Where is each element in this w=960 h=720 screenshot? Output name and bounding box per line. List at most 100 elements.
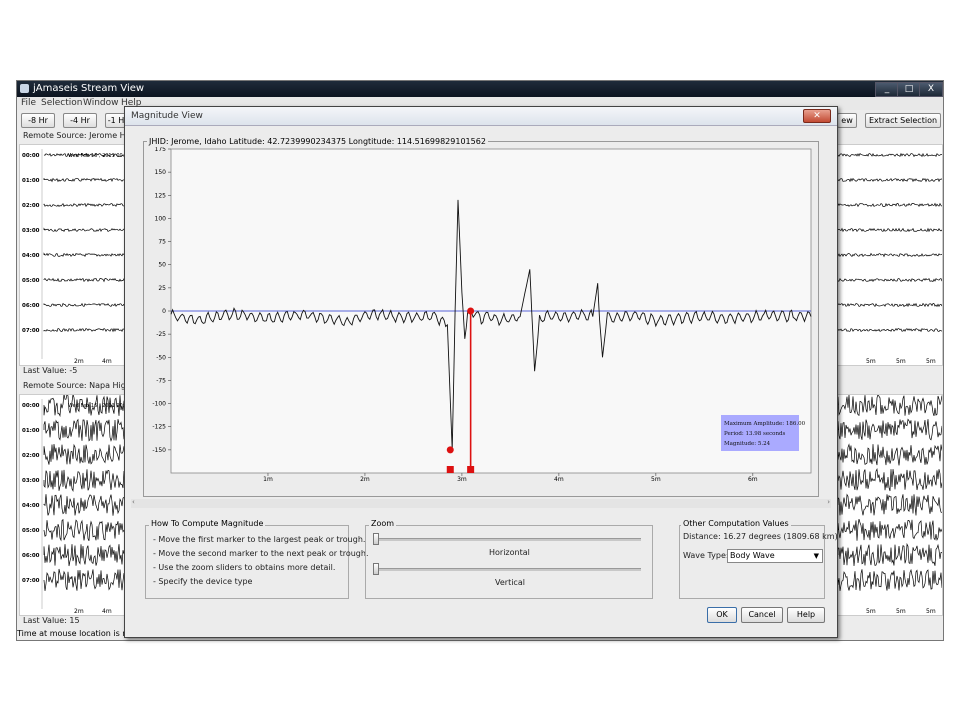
trace-line bbox=[838, 152, 942, 158]
trace-line bbox=[43, 494, 124, 516]
y-tick-label: 100 bbox=[155, 215, 167, 222]
trace-line bbox=[838, 468, 942, 492]
trace-line bbox=[43, 203, 124, 208]
y-tick-label: -100 bbox=[152, 401, 166, 408]
dialog-close-button[interactable]: ✕ bbox=[803, 109, 831, 123]
y-tick-label: -75 bbox=[156, 377, 166, 384]
horizontal-label: Horizontal bbox=[489, 548, 530, 557]
minus-8hr-button[interactable]: -8 Hr bbox=[21, 113, 55, 128]
time-label: 04:00 bbox=[22, 503, 40, 509]
cancel-button[interactable]: Cancel bbox=[741, 607, 783, 623]
date-tag: Wed Feb 16 , 2011 00:00:0 bbox=[68, 403, 124, 409]
menu-window[interactable]: Window bbox=[83, 98, 119, 108]
zoom-title: Zoom bbox=[369, 519, 397, 528]
trace-panel-1-left[interactable]: 00:00 01:00 02:00 03:00 04:00 05:00 06:00 07:00… bbox=[19, 144, 125, 366]
wave-type-value: Body Wave bbox=[730, 551, 775, 560]
time-tick-label: 5m bbox=[896, 608, 906, 615]
time-tick-label: 2m bbox=[74, 358, 84, 365]
x-tick-label: 4m bbox=[554, 476, 564, 483]
main-window-title: jAmaseis Stream View bbox=[33, 83, 145, 94]
how-to-step: - Use the zoom sliders to obtains more d… bbox=[153, 563, 336, 572]
vertical-zoom-track[interactable] bbox=[373, 568, 641, 571]
trace-line bbox=[838, 542, 942, 567]
plot-caption: JHID: Jerome, Idaho Latitude: 42.7239990… bbox=[147, 137, 488, 146]
trace-line bbox=[838, 443, 942, 466]
marker-handle-first bbox=[446, 466, 454, 473]
wave-type-select[interactable]: Body Wave ▼ bbox=[727, 549, 823, 563]
trace-line bbox=[43, 227, 124, 233]
distance-value: Distance: 16.27 degrees (1809.68 km) bbox=[683, 532, 838, 541]
y-tick-label: -25 bbox=[156, 331, 166, 338]
time-label: 06:00 bbox=[22, 553, 40, 559]
maximize-button[interactable]: □ bbox=[897, 82, 921, 97]
chevron-down-icon: ▼ bbox=[813, 552, 819, 560]
trace-line bbox=[838, 418, 942, 441]
x-tick-label: 5m bbox=[651, 476, 661, 483]
info-box-line: Period: 13.98 seconds bbox=[724, 431, 786, 437]
time-label: 07:00 bbox=[22, 328, 40, 334]
view-button[interactable]: ew bbox=[837, 113, 857, 128]
remote-source-1-label: Remote Source: Jerome High bbox=[23, 131, 139, 140]
trace-panel-1-right[interactable]: 5m 5m 5m bbox=[837, 144, 943, 366]
time-label: 02:00 bbox=[22, 203, 40, 209]
minimize-button[interactable]: _ bbox=[875, 82, 899, 97]
horizontal-zoom-slider[interactable] bbox=[373, 533, 379, 545]
trace-line bbox=[43, 518, 124, 542]
y-tick-label: 75 bbox=[158, 239, 166, 246]
info-box-line: Maximum Amplitude: 186.00 bbox=[724, 421, 806, 427]
trace-line bbox=[838, 327, 942, 333]
ok-button[interactable]: OK bbox=[707, 607, 737, 623]
y-tick-label: 50 bbox=[158, 262, 166, 269]
menu-selection[interactable]: Selection bbox=[41, 98, 82, 108]
time-tick-label: 4m bbox=[102, 608, 112, 615]
how-to-title: How To Compute Magnitude bbox=[149, 519, 266, 528]
marker-point-first bbox=[446, 446, 454, 454]
time-label: 07:00 bbox=[22, 578, 40, 584]
last-value-1: Last Value: -5 bbox=[23, 366, 78, 375]
time-label: 03:00 bbox=[22, 228, 40, 234]
trace-line bbox=[43, 302, 124, 308]
extract-selection-button[interactable]: Extract Selection bbox=[865, 113, 941, 128]
vertical-zoom-slider[interactable] bbox=[373, 563, 379, 575]
y-tick-label: 0 bbox=[162, 308, 166, 315]
scroll-left-arrow-icon[interactable]: ‹ bbox=[132, 498, 135, 506]
last-value-2: Last Value: 15 bbox=[23, 616, 80, 625]
marker-handle-second bbox=[467, 466, 475, 473]
time-tick-label: 5m bbox=[866, 358, 876, 365]
other-values-title: Other Computation Values bbox=[681, 519, 791, 528]
x-tick-label: 6m bbox=[748, 476, 758, 483]
time-tick-label: 5m bbox=[926, 608, 936, 615]
vertical-label: Vertical bbox=[495, 578, 525, 587]
magnitude-view-dialog: Magnitude View ✕ JHID: Jerome, Idaho Lat… bbox=[124, 106, 838, 638]
trace-panel-2-right[interactable]: 5m 5m 5m bbox=[837, 394, 943, 616]
info-box-line: Magnitude: 5.24 bbox=[724, 441, 771, 447]
how-to-step: - Specify the device type bbox=[153, 577, 253, 586]
close-button[interactable]: X bbox=[919, 82, 943, 97]
time-tick-label: 4m bbox=[102, 358, 112, 365]
time-label: 05:00 bbox=[22, 528, 40, 534]
time-tick-label: 5m bbox=[926, 358, 936, 365]
help-button[interactable]: Help bbox=[787, 607, 825, 623]
time-tick-label: 5m bbox=[866, 608, 876, 615]
trace-line bbox=[838, 277, 942, 283]
time-label: 04:00 bbox=[22, 253, 40, 259]
trace-line bbox=[43, 443, 124, 465]
dialog-title: Magnitude View bbox=[131, 111, 203, 121]
horizontal-zoom-track[interactable] bbox=[373, 538, 641, 541]
how-to-step: - Move the second marker to the next pea… bbox=[153, 549, 369, 558]
minus-4hr-button[interactable]: -4 Hr bbox=[63, 113, 97, 128]
trace-panel-2-left[interactable]: 00:00 01:00 02:00 03:00 04:00 05:00 06:00 07:00… bbox=[19, 394, 125, 616]
trace-line bbox=[43, 252, 124, 257]
how-to-step: - Move the first marker to the largest p… bbox=[153, 535, 366, 544]
time-tick-label: 2m bbox=[74, 608, 84, 615]
trace-line bbox=[838, 395, 942, 417]
seismogram-plot[interactable]: 175 150 125 100 75 50 25 0 -25 -50 -75 -100 -125 -150… bbox=[143, 147, 817, 493]
y-tick-label: 175 bbox=[155, 147, 167, 153]
time-label: 02:00 bbox=[22, 453, 40, 459]
time-label: 06:00 bbox=[22, 303, 40, 309]
trace-line bbox=[43, 469, 124, 493]
horizontal-scrollbar[interactable]: ‹ › bbox=[131, 498, 831, 508]
scroll-right-arrow-icon[interactable]: › bbox=[827, 498, 830, 506]
y-tick-label: 150 bbox=[155, 169, 167, 176]
menu-file[interactable]: File bbox=[21, 98, 36, 108]
